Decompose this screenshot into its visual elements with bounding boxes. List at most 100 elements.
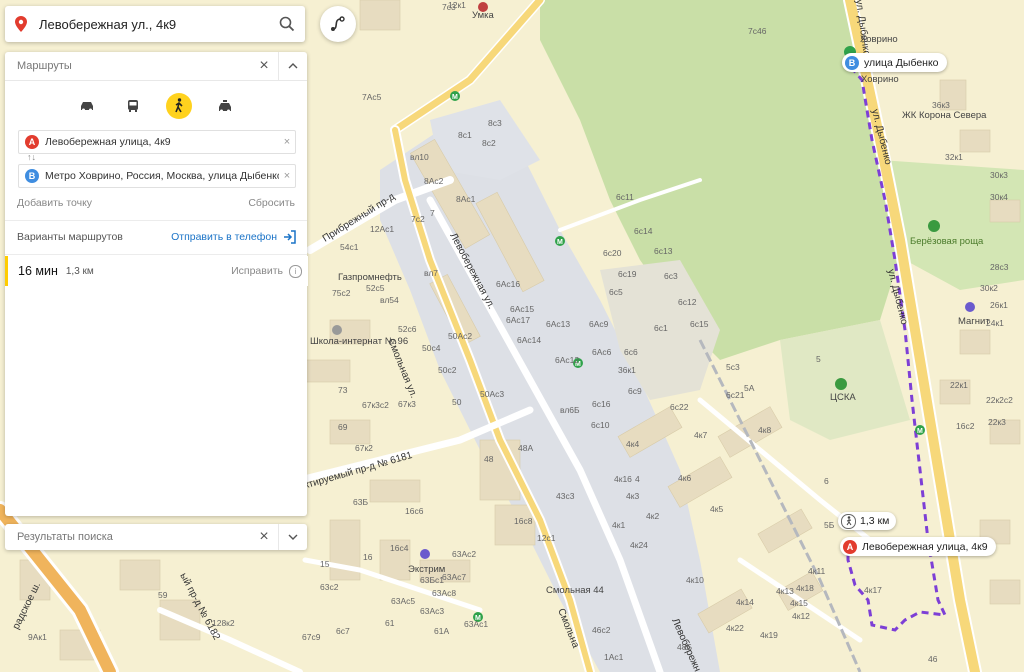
location-pin-icon xyxy=(15,16,27,32)
building-number: 22к2с2 xyxy=(986,395,1013,405)
building-number: 63Ас1 xyxy=(464,619,488,629)
clear-icon[interactable]: × xyxy=(279,136,295,148)
send-to-phone-link[interactable]: Отправить в телефон xyxy=(171,231,277,243)
badge-b: B xyxy=(845,55,859,70)
building-number: 6с15 xyxy=(690,319,709,329)
building-number: 52с5 xyxy=(366,283,385,293)
fix-route-link[interactable]: Исправить xyxy=(231,265,283,277)
divider xyxy=(5,254,307,255)
building-number: 6с13 xyxy=(654,246,673,256)
callout-point-b[interactable]: B улица Дыбенко xyxy=(842,53,947,72)
building-number: 32к1 xyxy=(945,152,963,162)
search-icon[interactable] xyxy=(279,16,295,32)
close-icon[interactable]: × xyxy=(250,57,278,75)
pedestrian-icon xyxy=(841,513,856,529)
building-number: 4к17 xyxy=(864,585,882,595)
building-number: 6с7 xyxy=(336,626,350,636)
building-number: 75с2 xyxy=(332,288,351,298)
building-number: 48 xyxy=(484,454,494,464)
waypoint-a-text[interactable]: Левобережная улица, 4к9 xyxy=(45,136,279,148)
building-number: 6с1 xyxy=(654,323,668,333)
building-number: 6Ас9 xyxy=(589,319,609,329)
building-number: 9Ак1 xyxy=(28,632,47,642)
building-number: 4к1 xyxy=(612,520,625,530)
badge-b: B xyxy=(25,169,39,183)
building-number: 6с11 xyxy=(616,192,634,202)
building-number: 8с2 xyxy=(482,138,496,148)
transport-modes xyxy=(5,93,307,119)
building-number: 6Ас12 xyxy=(555,355,579,365)
routes-title: Маршруты xyxy=(17,60,72,72)
building-number: 4к24 xyxy=(630,540,648,550)
route-option[interactable]: 16 мин 1,3 км Исправить i xyxy=(5,256,308,286)
building-number: 63Ас8 xyxy=(432,588,456,598)
callout-point-a[interactable]: A Левобережная улица, 4к9 xyxy=(840,537,996,556)
reset-link[interactable]: Сбросить xyxy=(248,197,295,209)
bus-icon[interactable] xyxy=(120,93,146,119)
route-distance: 1,3 км xyxy=(65,265,94,277)
point-actions: Добавить точку Сбросить xyxy=(17,197,295,209)
building-number: 69 xyxy=(338,422,348,432)
building-number: 4к8 xyxy=(758,425,771,435)
building-number: 6 xyxy=(824,476,829,486)
building-number: 61А xyxy=(434,626,449,636)
building-number: 63Ас2 xyxy=(452,549,476,559)
route-time: 16 мин xyxy=(18,264,58,278)
route-variants-label: Варианты маршрутов xyxy=(17,231,123,243)
routes-panel: Маршруты × A Левобережная улица, 4к9 × ↑… xyxy=(5,52,308,516)
waypoint-b-text[interactable]: Метро Ховрино, Россия, Москва, улица Дыб… xyxy=(45,170,279,182)
route-toggle-button[interactable] xyxy=(320,6,356,42)
building-number: 4к15 xyxy=(790,598,808,608)
add-point-link[interactable]: Добавить точку xyxy=(17,197,92,209)
building-number: 50Ас2 xyxy=(448,331,472,341)
building-number: 7Ас5 xyxy=(362,92,382,102)
close-icon[interactable]: × xyxy=(250,528,278,546)
swap-icon[interactable]: ↑↓ xyxy=(27,152,36,162)
building-number: 7с3 xyxy=(442,2,456,12)
chevron-up-icon[interactable] xyxy=(278,52,307,80)
building-number: 59 xyxy=(158,590,168,600)
building-number: 63Ас3 xyxy=(420,606,444,616)
pedestrian-icon[interactable] xyxy=(166,93,192,119)
cska-icon xyxy=(835,378,847,390)
building-number: 4к3 xyxy=(626,491,639,501)
distance-tag: 1,3 км xyxy=(838,512,897,530)
metro-icon: М xyxy=(917,428,923,435)
building-number: 16с4 xyxy=(390,543,409,553)
building-number: вл54 xyxy=(380,295,399,305)
building-number: 4к5 xyxy=(710,504,723,514)
building-number: вл10 xyxy=(410,152,429,162)
building-number: 50 xyxy=(452,397,462,407)
building-number: 54с1 xyxy=(340,242,359,252)
building-number: 4к16 xyxy=(614,474,632,484)
poi-label: Газпромнефть xyxy=(338,272,402,283)
building-number: 128к2 xyxy=(212,618,235,628)
building-number: 63Ас7 xyxy=(442,572,466,582)
taxi-icon[interactable] xyxy=(212,93,238,119)
building-number: 6Ас16 xyxy=(496,279,520,289)
building-number: 8с1 xyxy=(458,130,472,140)
poi-label: ЦСКА xyxy=(830,392,856,403)
building-number: 5Б xyxy=(824,520,835,530)
waypoint-b[interactable]: B Метро Ховрино, Россия, Москва, улица Д… xyxy=(18,164,296,188)
results-title: Результаты поиска xyxy=(17,531,113,543)
building-number: 4к13 xyxy=(776,586,794,596)
divider xyxy=(5,220,307,221)
building-number: 5с3 xyxy=(726,362,740,372)
info-icon[interactable]: i xyxy=(289,264,302,278)
building-number: 15 xyxy=(320,559,330,569)
clear-icon[interactable]: × xyxy=(279,170,295,182)
building-number: 4к10 xyxy=(686,575,704,585)
building-number: 12Ас1 xyxy=(370,224,394,234)
chevron-down-icon[interactable] xyxy=(278,524,307,550)
building-number: 6с20 xyxy=(603,248,622,258)
umka-icon xyxy=(478,2,488,12)
waypoint-a[interactable]: A Левобережная улица, 4к9 × xyxy=(18,130,296,154)
building-number: 30к4 xyxy=(990,192,1008,202)
search-input[interactable] xyxy=(37,15,279,33)
building-number: 6Ас6 xyxy=(592,347,612,357)
send-to-phone-icon[interactable] xyxy=(283,230,297,244)
car-icon[interactable] xyxy=(74,93,100,119)
badge-a: A xyxy=(25,135,39,149)
route-icon xyxy=(331,16,345,31)
